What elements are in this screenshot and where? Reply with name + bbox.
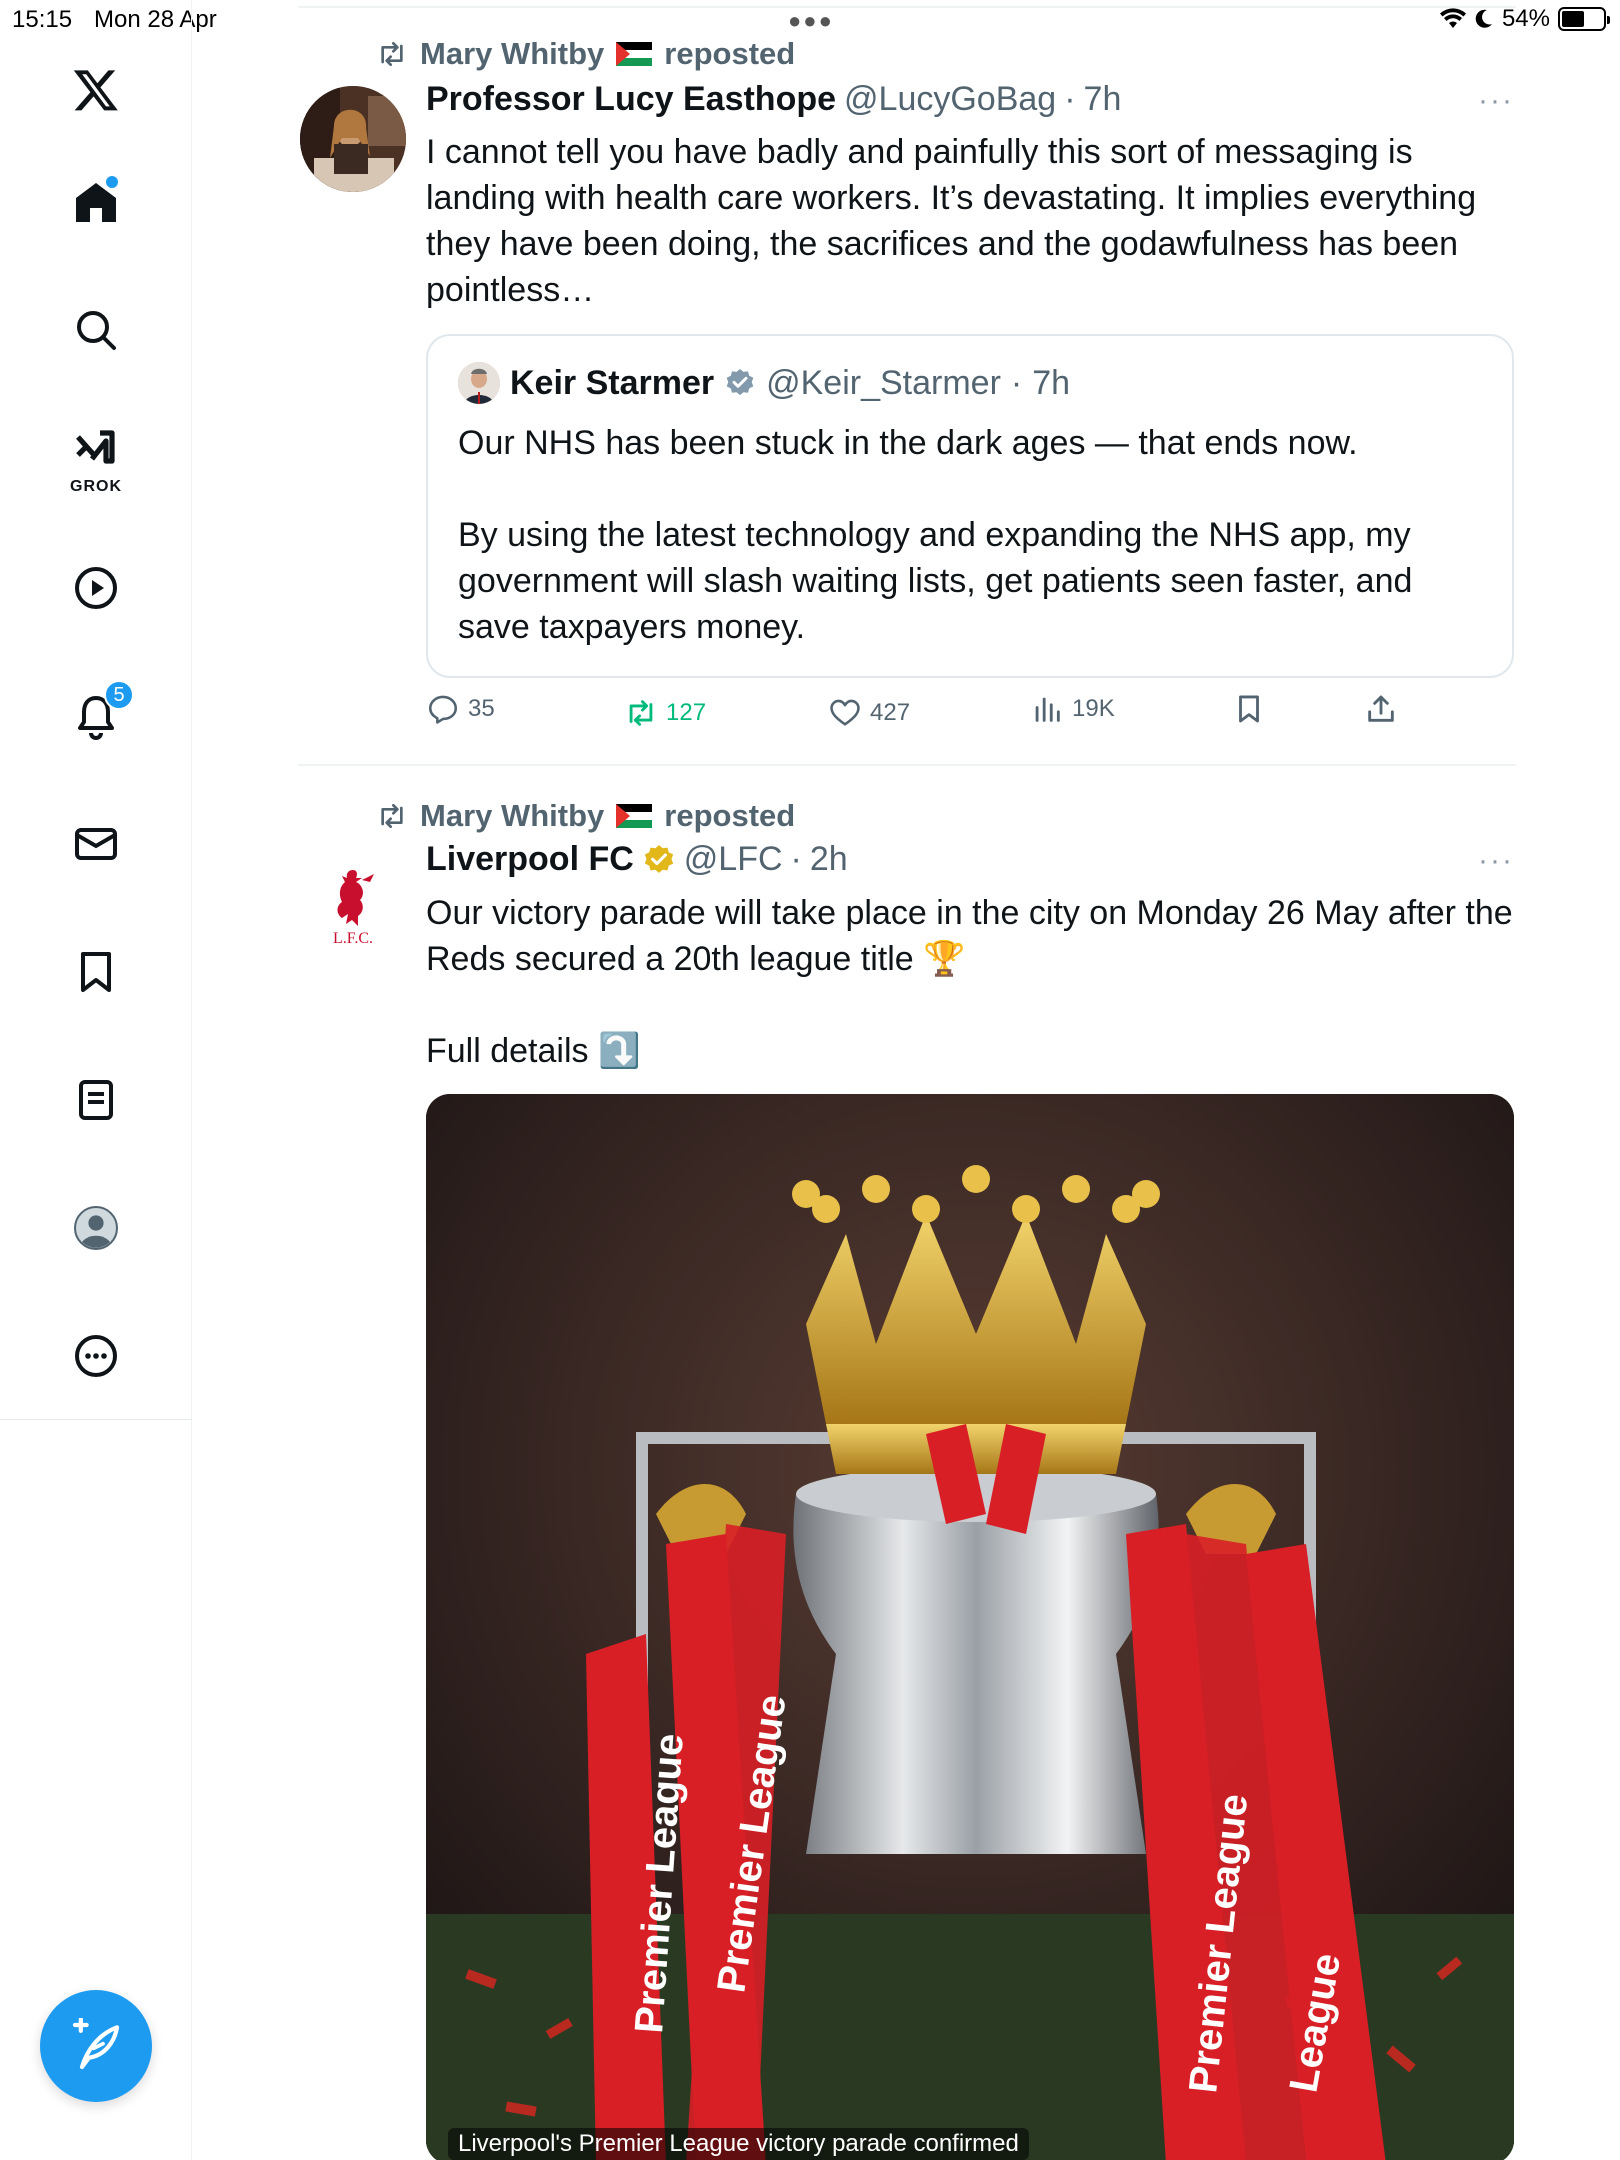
bookmark-icon bbox=[81, 952, 111, 992]
verified-badge-gold-icon bbox=[644, 844, 673, 873]
palestine-flag-icon bbox=[616, 42, 653, 66]
search-icon bbox=[77, 311, 116, 350]
repost-icon bbox=[381, 804, 403, 829]
sidebar-item-videos[interactable] bbox=[58, 550, 134, 626]
sidebar-divider bbox=[0, 1419, 192, 1420]
unread-dot bbox=[106, 176, 118, 188]
author-name[interactable]: Professor Lucy Easthope bbox=[426, 80, 836, 119]
more-options-button[interactable]: ··· bbox=[1478, 84, 1514, 118]
avatar-photo bbox=[458, 362, 500, 404]
repost-count: 127 bbox=[666, 699, 707, 726]
quote-text: Our NHS has been stuck in the dark ages … bbox=[458, 424, 1413, 646]
tweet-time[interactable]: 7h bbox=[1084, 80, 1122, 119]
view-count: 19K bbox=[1072, 695, 1115, 722]
like-count: 427 bbox=[870, 699, 911, 726]
feather-plus-icon bbox=[72, 2018, 120, 2070]
trophy-photo: Premier League Premier League Premier Le… bbox=[426, 1094, 1514, 2160]
palestine-flag-icon bbox=[616, 804, 653, 828]
tweet-text: Our victory parade will take place in th… bbox=[426, 894, 1513, 1070]
tweet-text: I cannot tell you have badly and painful… bbox=[426, 133, 1486, 309]
reply-button[interactable]: 35 bbox=[426, 692, 495, 726]
quoted-tweet[interactable]: Keir Starmer @Keir_Starmer · 7h Our NHS … bbox=[426, 334, 1514, 678]
author-avatar[interactable]: L.F.C. bbox=[300, 856, 406, 962]
reposter-name[interactable]: Mary Whitby bbox=[420, 36, 604, 72]
bookmark-button[interactable] bbox=[1232, 692, 1266, 726]
feed-top-border bbox=[298, 6, 1516, 8]
share-icon bbox=[1368, 695, 1394, 722]
sidebar: GROK 5 bbox=[0, 0, 192, 2160]
sidebar-item-more[interactable] bbox=[58, 1318, 134, 1394]
list-icon bbox=[79, 1080, 113, 1120]
reply-count: 35 bbox=[468, 695, 495, 722]
tweet-actions: 35 127 427 19K bbox=[426, 692, 1426, 740]
like-button[interactable]: 427 bbox=[828, 696, 910, 730]
tweet-divider bbox=[298, 764, 1516, 766]
share-button[interactable] bbox=[1364, 692, 1398, 726]
time-separator: · bbox=[1064, 80, 1076, 118]
more-options-button[interactable]: ··· bbox=[1478, 844, 1514, 878]
sidebar-item-search[interactable] bbox=[58, 292, 134, 368]
author-name[interactable]: Liverpool FC bbox=[426, 840, 634, 879]
avatar-photo bbox=[300, 86, 406, 192]
play-circle-icon bbox=[75, 567, 117, 609]
grok-icon bbox=[76, 430, 115, 464]
sidebar-item-grok[interactable]: GROK bbox=[58, 420, 134, 500]
repost-icon bbox=[381, 42, 403, 66]
tweet-time[interactable]: 2h bbox=[810, 840, 848, 879]
tweet-header: Liverpool FC @LFC · 2h bbox=[426, 840, 848, 879]
verified-badge-grey-icon bbox=[726, 369, 754, 396]
heart-icon bbox=[830, 699, 860, 726]
time-separator: · bbox=[790, 840, 802, 878]
repost-suffix: reposted bbox=[664, 36, 796, 71]
sidebar-item-home[interactable] bbox=[58, 164, 134, 240]
reply-icon bbox=[428, 695, 458, 724]
time-separator: · bbox=[1010, 363, 1023, 402]
views-button[interactable]: 19K bbox=[1030, 692, 1115, 726]
avatar-text: L.F.C. bbox=[332, 930, 374, 947]
repost-indicator: Mary Whitby reposted bbox=[376, 798, 795, 834]
bar-chart-icon bbox=[1035, 697, 1060, 722]
tweet-header: Professor Lucy Easthope @LucyGoBag · 7h bbox=[426, 80, 1121, 119]
x-logo-icon[interactable] bbox=[58, 52, 134, 128]
media-caption: Liverpool's Premier League victory parad… bbox=[448, 2128, 1029, 2160]
sidebar-item-profile[interactable] bbox=[58, 1190, 134, 1266]
bookmark-icon bbox=[1239, 695, 1259, 723]
author-handle[interactable]: @LFC bbox=[684, 840, 783, 879]
envelope-icon bbox=[75, 828, 117, 860]
quote-header: Keir Starmer @Keir_Starmer · 7h bbox=[458, 362, 1070, 404]
notification-badge: 5 bbox=[104, 680, 134, 710]
battery-icon bbox=[1558, 7, 1610, 31]
author-avatar[interactable] bbox=[300, 86, 406, 192]
sidebar-item-lists[interactable] bbox=[58, 1062, 134, 1138]
sidebar-item-messages[interactable] bbox=[58, 806, 134, 882]
repost-suffix: reposted bbox=[664, 798, 796, 833]
quote-author-avatar[interactable] bbox=[458, 362, 500, 404]
quote-time: 7h bbox=[1032, 363, 1071, 402]
repost-indicator: Mary Whitby reposted bbox=[376, 36, 795, 72]
quote-author-handle[interactable]: @Keir_Starmer bbox=[766, 364, 1001, 403]
more-circle-icon bbox=[75, 1335, 117, 1377]
repost-icon bbox=[629, 700, 653, 726]
profile-avatar-icon bbox=[74, 1206, 118, 1250]
sidebar-item-bookmarks[interactable] bbox=[58, 934, 134, 1010]
quote-author-name[interactable]: Keir Starmer bbox=[510, 364, 714, 403]
author-handle[interactable]: @LucyGoBag bbox=[844, 80, 1056, 119]
grok-label: GROK bbox=[70, 478, 122, 495]
reposter-name[interactable]: Mary Whitby bbox=[420, 798, 604, 834]
sidebar-item-notifications[interactable]: 5 bbox=[58, 678, 134, 754]
repost-button[interactable]: 127 bbox=[624, 696, 706, 730]
tweet-media-image[interactable]: Premier League Premier League Premier Le… bbox=[426, 1094, 1514, 2160]
compose-post-button[interactable] bbox=[40, 1990, 152, 2102]
timeline-feed: Mary Whitby reposted Professor Lucy East… bbox=[298, 0, 1516, 2160]
